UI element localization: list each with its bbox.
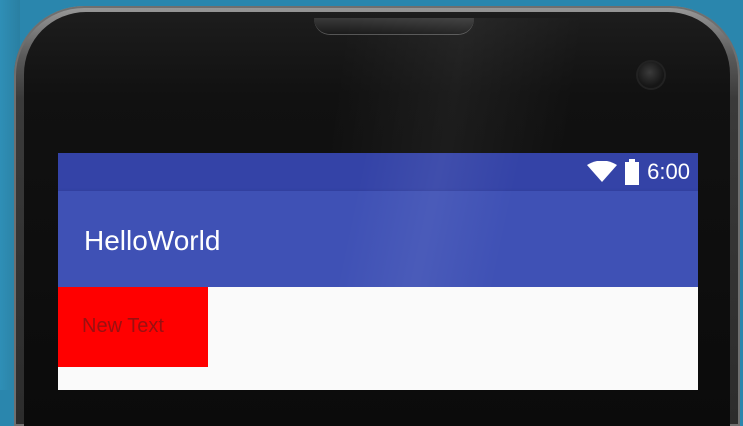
- status-icons: 6:00: [587, 159, 690, 185]
- status-bar: 6:00: [58, 153, 698, 191]
- app-toolbar: HelloWorld: [58, 191, 698, 287]
- text-view-label: New Text: [82, 315, 164, 337]
- front-camera: [638, 62, 664, 88]
- device-screen: 6:00 HelloWorld New Text: [58, 153, 698, 390]
- content-area: New Text: [58, 287, 698, 390]
- status-clock: 6:00: [647, 159, 690, 184]
- wifi-icon: [587, 161, 618, 183]
- app-title: HelloWorld: [84, 225, 221, 256]
- text-view-box[interactable]: New Text: [58, 287, 208, 367]
- battery-icon: [625, 159, 640, 185]
